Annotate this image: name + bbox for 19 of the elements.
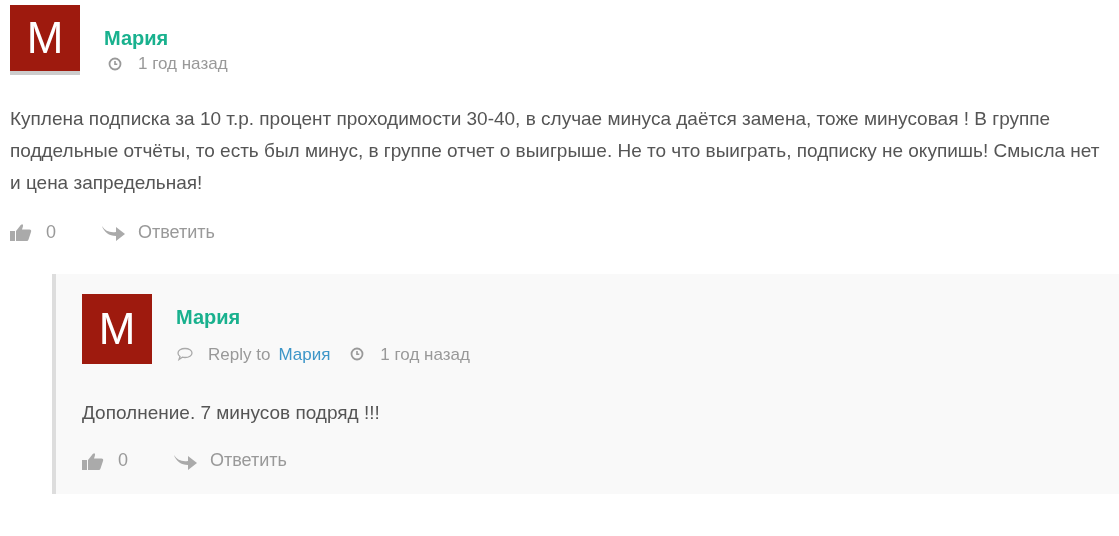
- clock-icon: [108, 56, 122, 71]
- thumbs-up-icon[interactable]: [82, 451, 104, 470]
- comment-time: 1 год назад: [380, 343, 470, 366]
- author-name[interactable]: Мария: [104, 25, 228, 51]
- like-count: 0: [46, 220, 56, 244]
- like-count: 0: [118, 449, 128, 472]
- reply-to-label: Reply to: [208, 343, 271, 366]
- comment-text: Дополнение. 7 минусов подряд !!!: [82, 401, 381, 425]
- reply-button[interactable]: Ответить: [138, 218, 215, 246]
- reply-button[interactable]: Ответить: [210, 447, 287, 474]
- avatar: M: [10, 5, 80, 75]
- clock-icon: [350, 347, 365, 362]
- comment-time: 1 год назад: [138, 53, 228, 75]
- reply-to-link[interactable]: Мария: [278, 341, 331, 367]
- speech-bubble-icon: [176, 347, 194, 362]
- author-name[interactable]: Мария: [176, 303, 470, 330]
- thumbs-up-icon[interactable]: [10, 223, 32, 241]
- avatar: M: [82, 293, 152, 364]
- comment-text: Куплена подписка за 10 т.р. процент проходимости 30-40, в случае минуса даётся замена, тоже минусовая ! В группе поддельные отчёты, то есть был минус, в группе отчет о выигрыше. Не то что выиграть, подписку не окупишь! Смысла нет и цена запредельная!: [10, 106, 1101, 195]
